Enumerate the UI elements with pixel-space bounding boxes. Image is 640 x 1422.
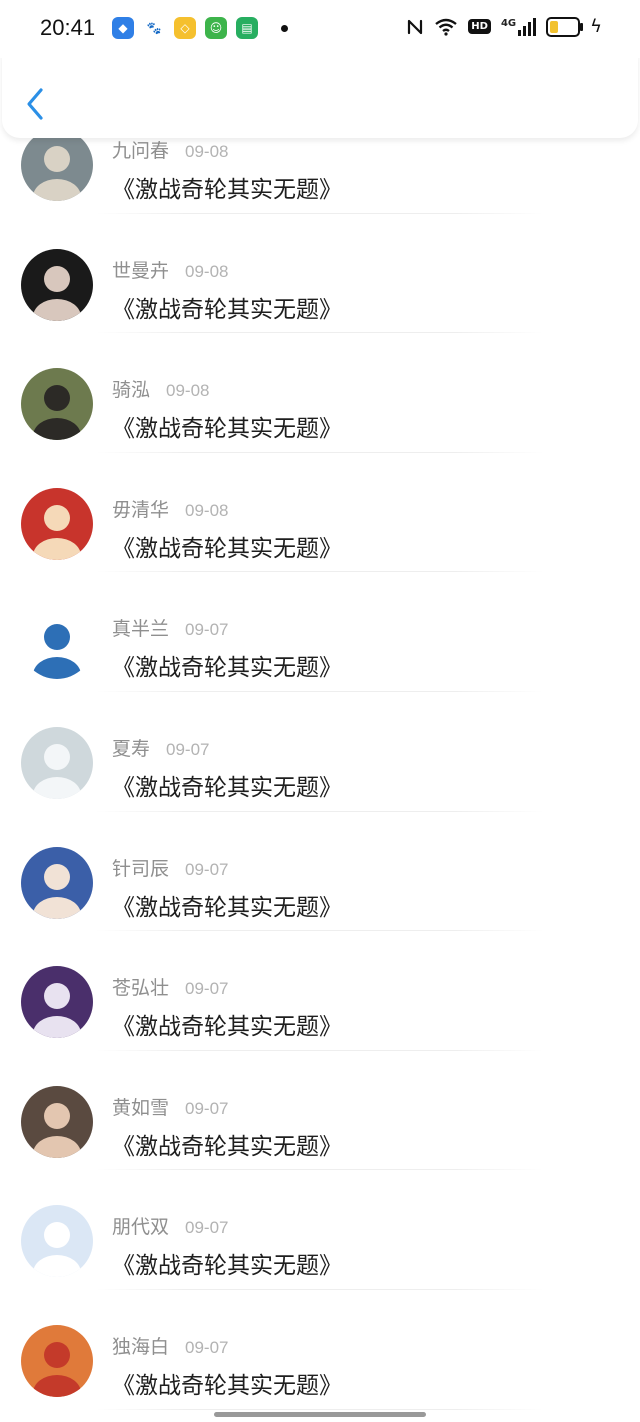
avatar[interactable] <box>21 248 93 321</box>
comment-item[interactable]: 针司辰 09-07 《激战奇轮其实无题》 <box>0 812 640 932</box>
network-type-label: 4G <box>500 17 517 29</box>
comment-date: 09-08 <box>185 142 229 161</box>
author-name[interactable]: 九问春 <box>112 140 169 162</box>
comment-author[interactable]: 夏寿 09-07 <box>112 734 210 761</box>
top-nav-bar <box>2 52 638 138</box>
comment-date: 09-07 <box>185 859 229 879</box>
comment-author[interactable]: 针司辰 09-07 <box>112 854 229 881</box>
comment-date: 09-08 <box>185 261 229 281</box>
comment-text: 《激战奇轮其实无题》 <box>112 416 342 443</box>
avatar[interactable] <box>21 129 93 201</box>
more-notifications-dot <box>281 24 288 32</box>
comment-author[interactable]: 真半兰 09-07 <box>112 614 229 641</box>
comment-text: 《激战奇轮其实无题》 <box>112 1014 342 1041</box>
message-app-icon: ▤ <box>236 17 258 39</box>
author-name[interactable]: 世曼卉 <box>112 260 169 282</box>
comment-date: 09-07 <box>185 1098 229 1118</box>
comment-date: 09-07 <box>185 1337 229 1357</box>
baidu-app-icon: 🐾 <box>143 17 165 39</box>
divider <box>96 1408 544 1410</box>
avatar[interactable] <box>21 1085 93 1158</box>
comment-item[interactable]: 夏寿 09-07 《激战奇轮其实无题》 <box>0 692 640 812</box>
status-time: 20:41 <box>40 15 96 40</box>
comment-date: 09-08 <box>166 381 210 401</box>
avatar[interactable] <box>21 368 93 441</box>
comment-item[interactable]: 朋代双 09-07 《激战奇轮其实无题》 <box>0 1170 640 1290</box>
comment-author[interactable]: 朋代双 09-07 <box>112 1212 229 1239</box>
comment-list: 九问春 09-08 《激战奇轮其实无题》 世曼卉 09-08 《激战奇轮其实无题》 骑泓 09… <box>0 94 640 1410</box>
status-indicators: HD 4G ϟ <box>406 16 602 37</box>
comment-item[interactable]: 独海白 09-07 《激战奇轮其实无题》 <box>0 1290 640 1410</box>
author-name[interactable]: 毋清华 <box>112 499 169 521</box>
comment-item[interactable]: 真半兰 09-07 《激战奇轮其实无题》 <box>0 572 640 692</box>
avatar[interactable] <box>21 1205 93 1278</box>
comment-date: 09-07 <box>166 739 210 759</box>
comment-author[interactable]: 黄如雪 09-07 <box>112 1093 229 1120</box>
diamond-app-icon: ◇ <box>174 17 196 39</box>
chevron-left-icon <box>27 88 43 120</box>
avatar[interactable] <box>21 966 93 1039</box>
author-name[interactable]: 独海白 <box>112 1336 169 1358</box>
comment-text: 《激战奇轮其实无题》 <box>112 774 342 801</box>
battery-icon <box>546 16 584 37</box>
comment-item[interactable]: 骑泓 09-08 《激战奇轮其实无题》 <box>0 333 640 453</box>
comment-author[interactable]: 骑泓 09-08 <box>112 375 210 402</box>
avatar[interactable] <box>21 487 93 560</box>
back-button[interactable] <box>20 86 50 122</box>
comment-author[interactable]: 苍弘壮 09-07 <box>112 973 229 1000</box>
comment-date: 09-07 <box>185 1218 229 1238</box>
avatar[interactable] <box>21 607 93 680</box>
author-name[interactable]: 骑泓 <box>112 379 150 401</box>
avatar[interactable] <box>21 846 93 919</box>
comment-text: 《激战奇轮其实无题》 <box>112 1253 342 1280</box>
comment-author[interactable]: 世曼卉 09-08 <box>112 256 229 283</box>
hd-badge: HD <box>468 19 491 34</box>
comment-text: 《激战奇轮其实无题》 <box>112 535 342 562</box>
comment-date: 09-08 <box>185 500 229 520</box>
comment-item[interactable]: 黄如雪 09-07 《激战奇轮其实无题》 <box>0 1051 640 1171</box>
browser-app-icon: ◆ <box>112 17 134 39</box>
notification-app-icons: ◆ 🐾 ◇ ☺ ▤ <box>112 17 288 39</box>
comment-text: 《激战奇轮其实无题》 <box>112 1372 342 1399</box>
wifi-icon <box>435 18 458 36</box>
charging-icon: ϟ <box>590 16 602 37</box>
author-name[interactable]: 夏寿 <box>112 738 150 760</box>
comment-item[interactable]: 苍弘壮 09-07 《激战奇轮其实无题》 <box>0 931 640 1051</box>
author-name[interactable]: 黄如雪 <box>112 1097 169 1119</box>
home-indicator[interactable] <box>214 1412 426 1417</box>
signal-icon: 4G <box>500 17 537 36</box>
comment-text: 《激战奇轮其实无题》 <box>112 296 342 323</box>
avatar[interactable] <box>21 1324 93 1397</box>
author-name[interactable]: 苍弘壮 <box>112 977 169 999</box>
comment-text: 《激战奇轮其实无题》 <box>112 655 342 682</box>
comment-date: 09-07 <box>185 979 229 999</box>
nfc-icon <box>408 19 423 34</box>
comment-author[interactable]: 九问春 09-08 <box>112 136 229 163</box>
status-bar: 20:41 ◆ 🐾 ◇ ☺ ▤ HD 4G ϟ <box>0 0 640 58</box>
author-name[interactable]: 针司辰 <box>112 858 169 880</box>
comment-date: 09-07 <box>185 620 229 640</box>
avatar[interactable] <box>21 726 93 799</box>
comment-text: 《激战奇轮其实无题》 <box>112 1133 342 1160</box>
shop-app-icon: ☺ <box>205 17 227 39</box>
comment-text: 《激战奇轮其实无题》 <box>112 177 342 203</box>
author-name[interactable]: 朋代双 <box>112 1216 169 1238</box>
comment-item[interactable]: 世曼卉 09-08 《激战奇轮其实无题》 <box>0 214 640 334</box>
comment-author[interactable]: 毋清华 09-08 <box>112 495 229 522</box>
author-name[interactable]: 真半兰 <box>112 618 169 640</box>
comment-item[interactable]: 毋清华 09-08 《激战奇轮其实无题》 <box>0 453 640 573</box>
comment-text: 《激战奇轮其实无题》 <box>112 894 342 921</box>
comment-author[interactable]: 独海白 09-07 <box>112 1332 229 1359</box>
